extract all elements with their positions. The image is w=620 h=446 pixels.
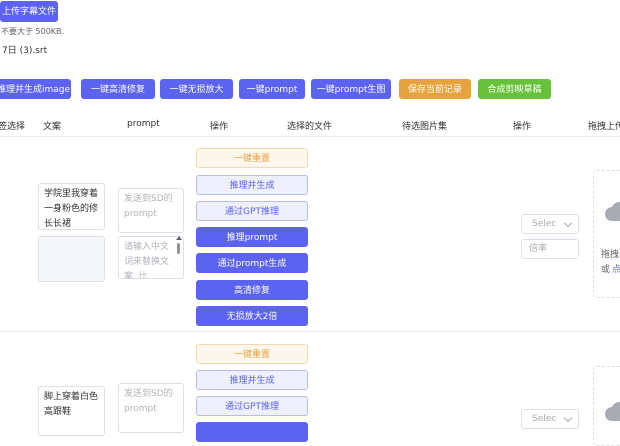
row1-image-select[interactable]: Selec [521,214,579,234]
row1-text-area[interactable]: 学院里我穿着一身粉色的修长长裙 [38,183,105,230]
row1-rate-input[interactable]: 倍率 [521,239,579,259]
scroll-thumb[interactable] [177,243,180,254]
hires-fix-all-button[interactable]: 一键高清修复 [81,79,155,99]
row1-lossless-upscale-button[interactable]: 无损放大2倍 [196,306,308,326]
row1-replace-placeholder: 请输入中文词来替换文案, 比 [124,242,170,279]
header-divider [0,136,620,137]
header-actions: 操作 [210,122,229,132]
compose-jianying-draft-button[interactable]: 合成剪映草稿 [478,79,551,99]
scroll-up-icon[interactable] [176,236,182,240]
row1-extra-text-area[interactable] [38,236,105,282]
row1-rate-placeholder: 倍率 [529,244,548,254]
row1-infer-generate-button[interactable]: 推理并生成 [196,175,308,195]
row1-scrollbar[interactable] [175,236,183,256]
row1-drag-or: 或 [601,265,611,275]
row2-text: 脚上穿着白色高跟鞋 [44,392,99,417]
header-actions-2: 操作 [513,122,532,132]
row1-reset-button[interactable]: 一键重置 [196,148,308,168]
header-candidate-images: 待选图片集 [402,122,448,132]
save-record-button[interactable]: 保存当前记录 [399,79,471,99]
row1-prompt-generate-button[interactable]: 通过prompt生成 [196,253,308,273]
infer-generate-image-button[interactable]: 推理并生成image [0,79,71,99]
row-divider [0,331,620,332]
lossless-upscale-all-button[interactable]: 一键无损放大 [160,79,233,99]
prompt-generate-all-button[interactable]: 一键prompt生图 [311,79,391,99]
row2-text-area[interactable]: 脚上穿着白色高跟鞋 [38,386,105,436]
prompt-all-button[interactable]: 一键prompt [239,79,305,99]
row2-drag-upload-area[interactable] [593,366,620,446]
header-select: 签选择 [0,122,26,132]
row2-prompt-placeholder: 发送到SD的prompt [124,389,173,414]
header-selected-file: 选择的文件 [287,122,333,132]
row2-gpt-infer-button[interactable]: 通过GPT推理 [196,396,308,416]
cloud-upload-icon [605,401,620,421]
row1-gpt-infer-button[interactable]: 通过GPT推理 [196,201,308,221]
cloud-upload-icon [605,201,620,221]
header-text: 文案 [43,122,62,132]
uploaded-filename[interactable]: 7日 (3).srt [2,43,47,56]
row1-infer-prompt-button[interactable]: 推理prompt [196,227,308,247]
header-prompt: prompt [127,119,160,129]
row2-prompt-input[interactable]: 发送到SD的prompt [118,383,184,433]
row1-drag-text: 拖拽 [601,250,620,260]
chevron-down-icon [563,413,573,423]
row1-hires-fix-button[interactable]: 高清修复 [196,280,308,300]
upload-subtitle-button[interactable]: 上传字幕文件 [0,1,58,22]
row2-image-select[interactable]: Selec [521,409,579,429]
row1-prompt-input[interactable]: 发送到SD的prompt [118,188,184,233]
row2-select-placeholder: Selec [532,414,557,424]
row2-infer-generate-button[interactable]: 推理并生成 [196,370,308,390]
row1-prompt-placeholder: 发送到SD的prompt [124,194,173,219]
row1-drag-upload-area[interactable]: 拖拽 或 点 [593,170,620,298]
row2-reset-button[interactable]: 一键重置 [196,344,308,364]
header-drag-upload: 拖拽上传 [588,122,620,132]
upload-hint: 不要大于 500KB. [1,27,65,36]
chevron-down-icon [563,218,573,228]
row1-text: 学院里我穿着一身粉色的修长长裙 [44,189,99,229]
row1-drag-click[interactable]: 点 [612,262,620,275]
row2-next-button[interactable] [196,422,308,442]
row1-select-placeholder: Selec [532,219,557,229]
